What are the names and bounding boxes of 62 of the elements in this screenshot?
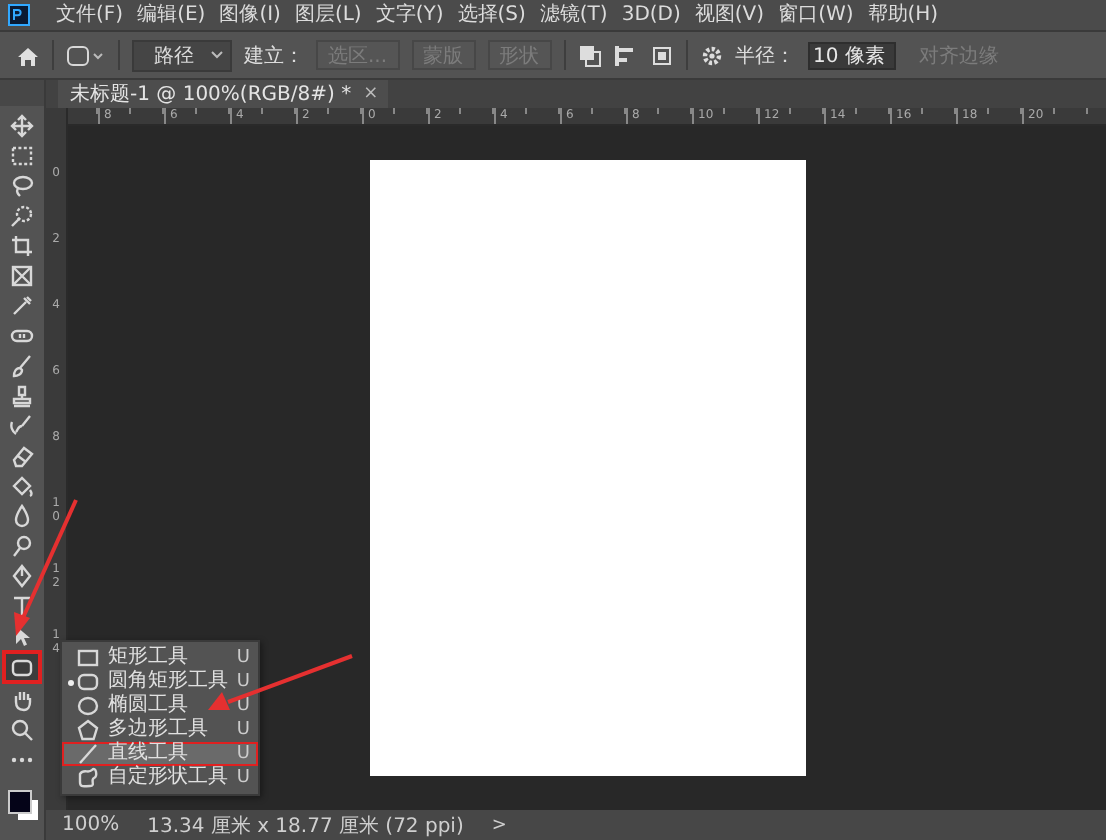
close-button[interactable]: ×: [363, 84, 379, 104]
menu-item[interactable]: 3D(D): [621, 2, 681, 28]
shape-icon: [76, 694, 100, 718]
marquee-icon: [10, 143, 34, 167]
menu-item[interactable]: 多边形工具 U: [62, 718, 258, 742]
menu-item[interactable]: 文件(F): [56, 2, 124, 28]
history-brush-icon: [10, 413, 34, 437]
brush-icon: [10, 353, 34, 377]
menu-item[interactable]: 矩形工具 U: [62, 646, 258, 670]
menu-item[interactable]: 图像(I): [219, 2, 281, 28]
menu-item[interactable]: 圆角矩形工具 U: [62, 670, 258, 694]
menu-item[interactable]: 编辑(E): [137, 2, 206, 28]
eyedropper-icon: [10, 293, 34, 317]
shape-preset-icon[interactable]: [66, 43, 106, 67]
menu-item[interactable]: 窗口(W): [778, 2, 854, 28]
arrow: [14, 499, 78, 636]
shape-icon: [76, 718, 100, 742]
document-size: 13.34 厘米 x 18.77 厘米 (72 ppi): [147, 813, 464, 839]
lasso-icon: [10, 173, 34, 197]
menu-item[interactable]: 直线工具 U: [62, 742, 258, 766]
tool-button[interactable]: [2, 650, 42, 684]
menu-item[interactable]: 自定形状工具 U: [62, 766, 258, 790]
pen-icon: [10, 563, 34, 587]
move-icon: [10, 113, 34, 137]
shape-icon: [76, 766, 100, 790]
path-arrangement-icon[interactable]: [649, 43, 674, 67]
zoom-level: 100%: [62, 814, 120, 836]
shape-icon: [76, 670, 100, 694]
menu-item[interactable]: 选择(S): [457, 2, 526, 28]
dodge-icon: [10, 533, 34, 557]
shape-icon: [76, 646, 100, 670]
radius-field[interactable]: 10 像素: [807, 41, 896, 69]
caret-icon: [210, 50, 224, 60]
menu-item[interactable]: 滤镜(T): [539, 2, 608, 28]
quick-select-icon: [10, 203, 34, 227]
path-alignment-icon[interactable]: [613, 43, 638, 67]
menu-item[interactable]: 图层(L): [294, 2, 362, 28]
rounded-rectangle-icon: [10, 655, 34, 679]
frame-icon: [10, 263, 34, 287]
menu-item[interactable]: 视图(V): [694, 2, 765, 28]
menu-item[interactable]: 帮助(H): [867, 2, 939, 28]
drop-icon: [10, 503, 34, 527]
mode-dropdown[interactable]: 路径: [132, 39, 232, 71]
settings-icon[interactable]: [699, 43, 724, 67]
home-icon[interactable]: [16, 43, 40, 67]
status-menu-button[interactable]: >: [491, 815, 507, 835]
app-logo-icon[interactable]: [8, 4, 30, 26]
type-icon: [10, 593, 34, 617]
paint-bucket-icon: [10, 473, 34, 497]
radius-label: 半径：: [735, 43, 796, 69]
color-swatches[interactable]: [4, 786, 40, 826]
zoom-icon: [10, 717, 34, 741]
hand-icon: [10, 687, 34, 711]
document-title: 未标题-1 @ 100%(RGB/8#) *: [70, 81, 352, 108]
stamp-icon: [10, 383, 34, 407]
menu-item[interactable]: 文字(Y): [375, 2, 444, 28]
crop-icon: [10, 233, 34, 257]
make-label: 建立：: [244, 43, 304, 69]
eraser-icon: [10, 443, 34, 467]
path-operations-icon[interactable]: [577, 43, 602, 67]
document-tab[interactable]: 未标题-1 @ 100%(RGB/8#) * ×: [58, 80, 389, 108]
shape-icon: [76, 742, 100, 766]
